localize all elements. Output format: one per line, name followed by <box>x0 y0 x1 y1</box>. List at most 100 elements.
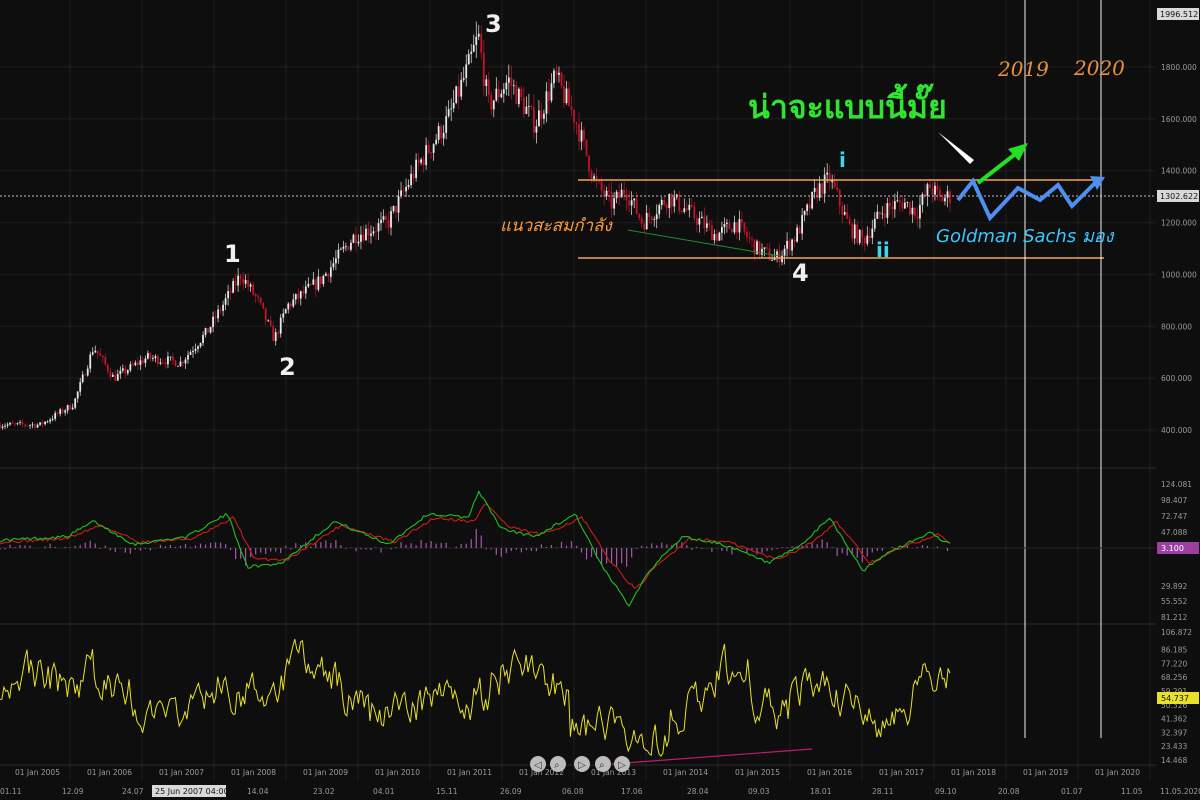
candle-body <box>593 176 595 179</box>
candle-body <box>530 105 533 108</box>
candle-body <box>284 309 287 314</box>
time-tick-label: 20.08 <box>998 787 1020 796</box>
candle-body <box>525 106 528 114</box>
nav-button-icon: ▷ <box>578 760 586 771</box>
candle-body <box>643 223 646 230</box>
macd-tick-label: 29.892 <box>1161 582 1187 591</box>
candle-body <box>788 240 791 251</box>
osc-tick-label: 86.185 <box>1161 646 1187 655</box>
time-tick-label: 09.10 <box>935 787 957 796</box>
time-tick-label: 04.01 <box>373 787 395 796</box>
candle-body <box>618 191 621 198</box>
candle-body <box>598 180 600 182</box>
date-tick-label: 01 Jan 2019 <box>1023 768 1068 777</box>
candle-body <box>876 211 879 219</box>
candle-body <box>482 52 485 87</box>
candle-body <box>475 36 478 45</box>
candle-body <box>871 228 874 239</box>
candle-body <box>625 194 628 201</box>
candle-body <box>623 189 626 195</box>
candle-body <box>856 224 859 243</box>
candle-body <box>56 413 59 414</box>
candle-body <box>385 216 387 220</box>
candle-body <box>796 227 798 242</box>
candle-body <box>858 229 861 243</box>
candle-body <box>693 206 696 219</box>
current-price-label: 1302.622 <box>1160 192 1198 201</box>
candle-body <box>207 328 209 333</box>
candle-body <box>345 246 347 248</box>
candle-body <box>751 238 753 240</box>
candle-body <box>159 362 162 364</box>
macd-tick-label: 124.081 <box>1161 480 1192 489</box>
candle-body <box>292 299 295 307</box>
forecast-title: น่าจะแบบนี้มั๊ย <box>748 83 947 126</box>
candle-body <box>312 279 315 285</box>
candle-body <box>600 181 603 191</box>
candle-body <box>610 191 613 209</box>
candle-body <box>76 391 79 399</box>
time-tick-label: 06.08 <box>562 787 584 796</box>
candle-body <box>786 240 788 249</box>
time-tick-label: 28.04 <box>687 787 709 796</box>
candle-body <box>64 410 67 413</box>
candle-body <box>69 405 72 410</box>
macd-tick-label: 72.747 <box>1161 512 1187 521</box>
goldman-sachs-label: Goldman Sachs มอง <box>936 226 1115 247</box>
candle-body <box>505 82 508 90</box>
date-tick-label: 01 Jan 2006 <box>87 768 132 777</box>
date-tick-label: 01 Jan 2011 <box>447 768 492 777</box>
candle-body <box>232 281 235 293</box>
candle-body <box>412 173 415 178</box>
candle-body <box>535 126 538 133</box>
candle-body <box>437 126 440 140</box>
candle-body <box>375 231 377 233</box>
candle-body <box>665 204 668 209</box>
candle-body <box>136 362 139 365</box>
candle-body <box>322 275 325 285</box>
candle-body <box>427 145 430 153</box>
candle-body <box>512 85 515 86</box>
candle-body <box>139 360 142 365</box>
candle-body <box>783 248 786 256</box>
candle-body <box>726 222 728 224</box>
candle-body <box>863 237 866 244</box>
candle-body <box>645 212 648 230</box>
candle-body <box>916 216 919 219</box>
candle-body <box>868 235 871 239</box>
candle-body <box>578 124 580 142</box>
wave-label-3: 3 <box>485 10 502 38</box>
candle-body <box>372 231 375 234</box>
candle-body <box>558 72 560 75</box>
chart-canvas[interactable]: 1234iii2019 2020น่าจะแบบนี้มั๊ยแนวสะสมกำล… <box>0 0 1200 800</box>
candle-body <box>931 187 934 195</box>
date-tick-label: 01 Jan 2007 <box>159 768 204 777</box>
candle-body <box>297 293 300 299</box>
candle-body <box>259 297 262 303</box>
candle-body <box>277 332 280 334</box>
candle-body <box>813 188 816 192</box>
price-tick-label: 1800.000 <box>1161 63 1197 72</box>
candle-body <box>134 362 137 366</box>
nav-button-icon: ◁ <box>534 760 542 771</box>
candle-body <box>289 303 292 307</box>
candle-body <box>510 77 513 86</box>
candle-body <box>355 234 357 244</box>
candle-body <box>272 325 275 341</box>
candle-body <box>239 275 242 280</box>
time-tick-label: 01.11 <box>0 787 22 796</box>
date-tick-label: 01 Jan 2009 <box>303 768 348 777</box>
wave-label-1: 1 <box>224 240 241 268</box>
candle-body <box>565 88 568 104</box>
candle-body <box>853 224 856 239</box>
candle-body <box>370 233 372 236</box>
candle-body <box>307 283 310 287</box>
candle-body <box>690 204 693 207</box>
osc-tick-label: 41.362 <box>1161 715 1187 724</box>
candle-body <box>244 279 247 284</box>
candle-body <box>821 183 824 194</box>
candle-body <box>121 368 124 371</box>
candle-body <box>314 279 317 290</box>
candle-body <box>287 303 290 310</box>
date-tick-label: 01 Jan 2018 <box>951 768 996 777</box>
